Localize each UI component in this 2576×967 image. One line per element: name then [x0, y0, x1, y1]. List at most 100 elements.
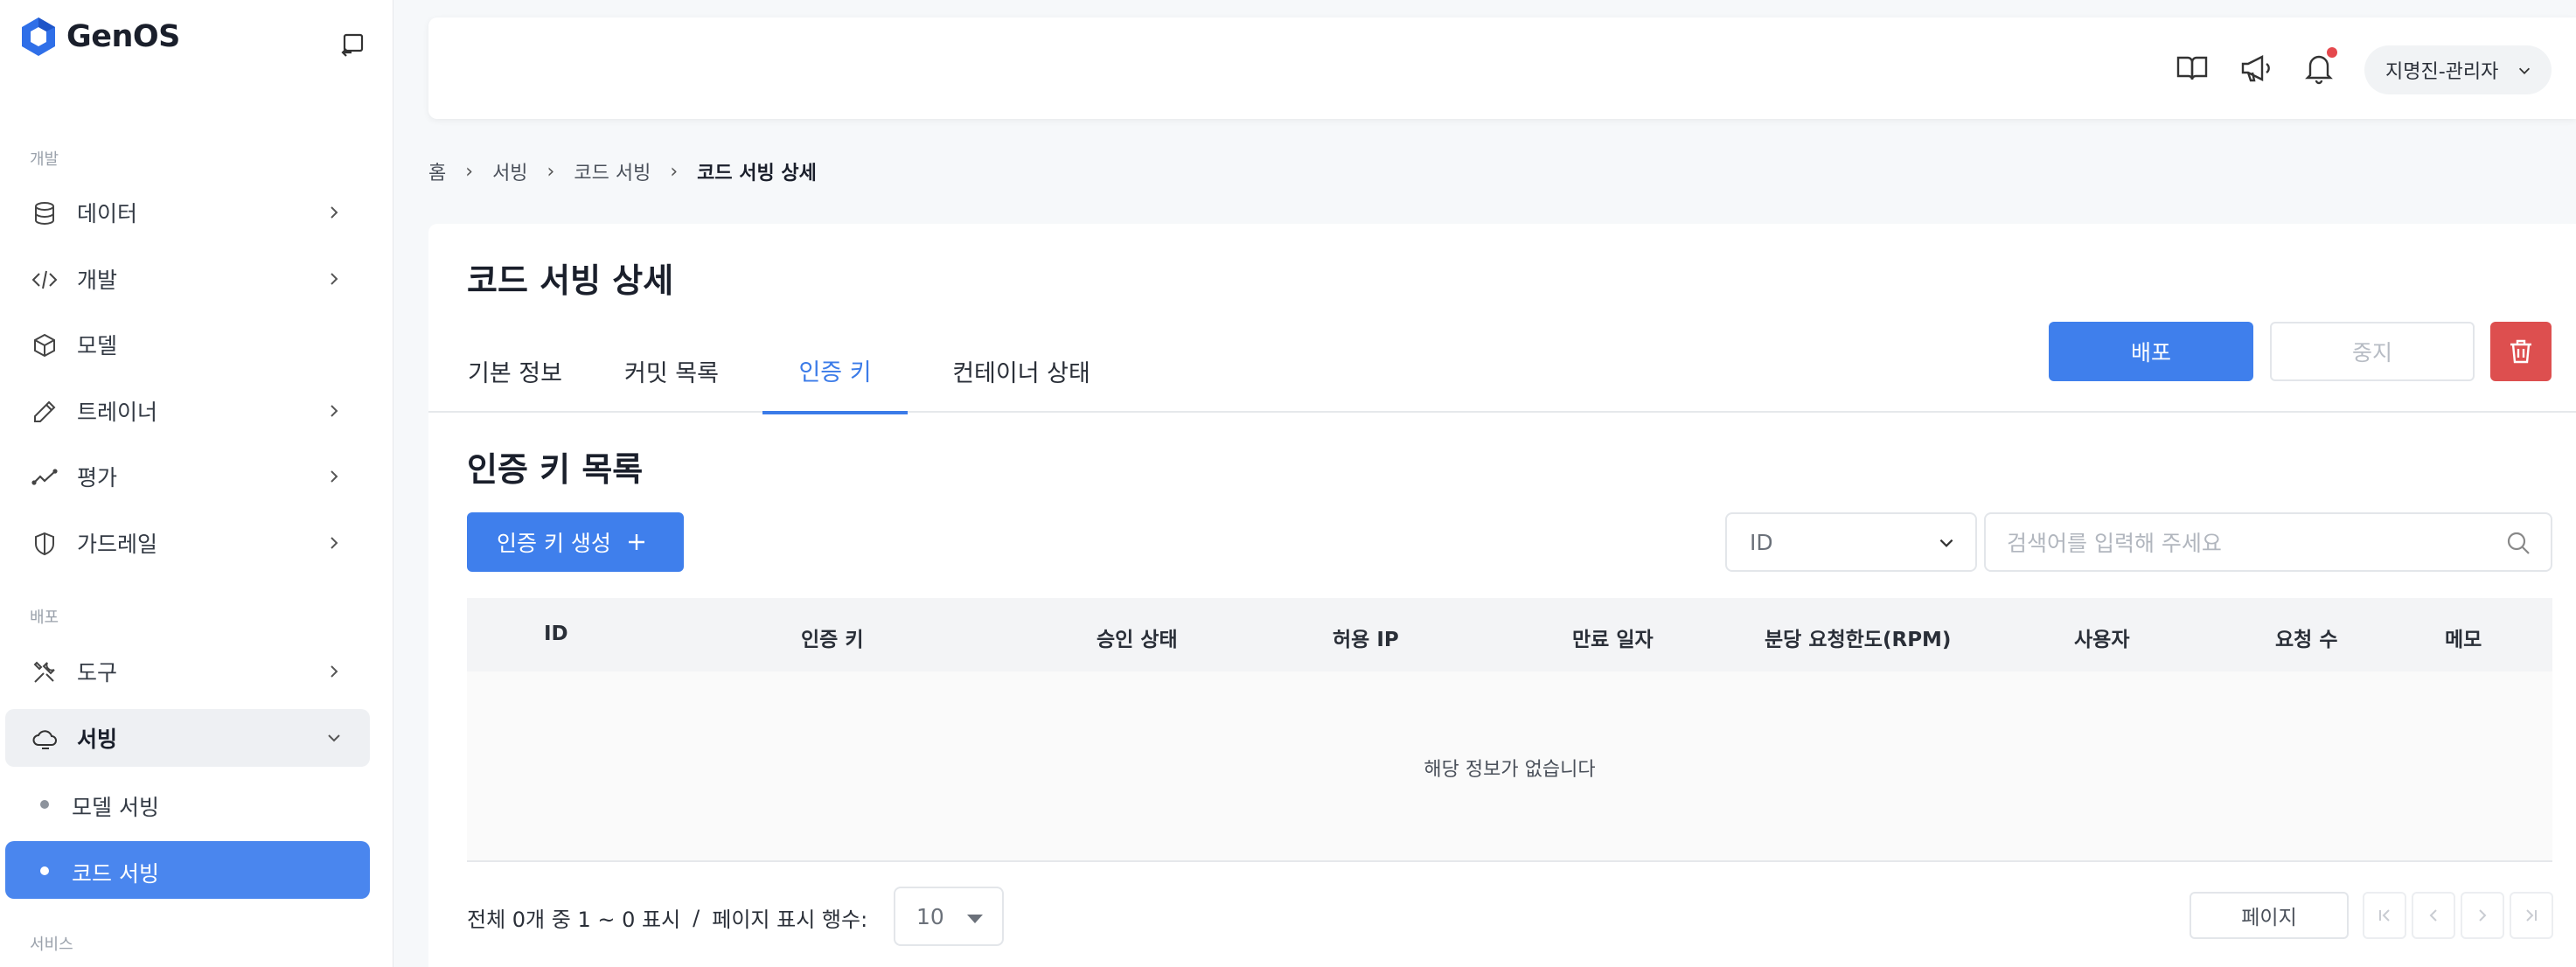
create-auth-key-button[interactable]: 인증 키 생성 [467, 512, 684, 572]
main-card: 코드 서빙 상세 기본 정보 커밋 목록 인증 키 컨테이너 상태 배포 중지 … [428, 224, 2576, 967]
last-page-button[interactable] [2510, 892, 2553, 939]
page-number-input[interactable]: 페이지 [2190, 892, 2349, 939]
column-header-approval-status[interactable]: 승인 상태 [1097, 623, 1178, 652]
chevron-down-icon [2518, 67, 2531, 74]
sidebar-item-label: 모델 [77, 333, 118, 358]
bullet-icon [40, 866, 49, 875]
column-header-request-count[interactable]: 요청 수 [2275, 623, 2338, 652]
bullet-icon [40, 800, 49, 809]
table-header: ID 인증 키 승인 상태 허용 IP 만료 일자 분당 요청한도(RPM) 사… [467, 598, 2552, 671]
trash-icon [2510, 339, 2531, 364]
sidebar: GenOS 개발 데이터 개발 모델 트레이너 평가 가드레일 배포 도구 서빙… [0, 0, 393, 967]
tab-auth-key[interactable]: 인증 키 [762, 329, 908, 414]
table-body: 해당 정보가 없습니다 [467, 671, 2552, 862]
column-header-expiry-date[interactable]: 만료 일자 [1572, 623, 1654, 652]
sidebar-item-dev[interactable]: 개발 [5, 250, 370, 308]
user-menu-button[interactable]: 지명진-관리자 [2364, 45, 2552, 94]
breadcrumb-separator-icon: › [547, 160, 555, 183]
rows-per-page-label: 페이지 표시 행수: [712, 908, 868, 932]
brand[interactable]: GenOS [19, 16, 180, 58]
megaphone-icon[interactable] [2238, 51, 2273, 86]
breadcrumb-current: 코드 서빙 상세 [697, 163, 817, 184]
sidebar-item-tools[interactable]: 도구 [5, 643, 370, 700]
column-header-id[interactable]: ID [544, 623, 568, 645]
section-label-dev: 개발 [30, 150, 59, 169]
sidebar-item-eval[interactable]: 평가 [5, 448, 370, 505]
first-page-button[interactable] [2363, 892, 2406, 939]
sidebar-subitem-code-serving[interactable]: 코드 서빙 [5, 841, 370, 899]
page-title: 코드 서빙 상세 [467, 261, 674, 300]
create-button-label: 인증 키 생성 [497, 531, 611, 556]
summary-divider: / [693, 905, 700, 930]
tab-bar: 기본 정보 커밋 목록 인증 키 컨테이너 상태 [428, 329, 2576, 414]
column-header-memo[interactable]: 메모 [2445, 623, 2482, 652]
tab-basic-info[interactable]: 기본 정보 [467, 329, 563, 413]
breadcrumb-item-code-serving[interactable]: 코드 서빙 [574, 157, 651, 185]
breadcrumb-separator-icon: › [465, 160, 474, 183]
search-input[interactable]: 검색어를 입력해 주세요 [1984, 512, 2552, 572]
chevron-right-icon [331, 537, 338, 549]
sidebar-subitem-model-serving[interactable]: 모델 서빙 [5, 775, 370, 832]
chevron-right-icon [331, 273, 338, 285]
chevron-right-icon [331, 405, 338, 417]
sidebar-item-serving[interactable]: 서빙 [5, 709, 370, 767]
chevron-down-icon [328, 734, 340, 742]
chevron-right-icon [331, 470, 338, 483]
cube-icon [34, 333, 55, 358]
rows-per-page-value: 10 [916, 903, 944, 929]
trend-line-icon [31, 469, 58, 485]
notification-badge [2327, 47, 2337, 58]
last-page-icon [2526, 909, 2537, 922]
breadcrumb-item-serving[interactable]: 서빙 [492, 157, 527, 185]
column-header-rpm-limit[interactable]: 분당 요청한도(RPM) [1765, 623, 1951, 652]
chevron-left-icon [2429, 909, 2437, 922]
sidebar-collapse-button[interactable] [338, 30, 367, 59]
delete-button[interactable] [2490, 322, 2552, 381]
column-header-allowed-ip[interactable]: 허용 IP [1333, 623, 1399, 652]
sidebar-item-label: 개발 [77, 268, 118, 293]
first-page-icon [2379, 909, 2390, 922]
filter-select-value: ID [1750, 529, 1773, 555]
sidebar-item-label: 데이터 [77, 201, 138, 226]
row-summary: 전체 0개 중 1 ~ 0 표시 [467, 908, 681, 932]
sidebar-item-model[interactable]: 모델 [5, 316, 370, 373]
book-icon[interactable] [2175, 51, 2210, 86]
chevron-down-icon [1939, 539, 1953, 547]
collapse-icon [341, 33, 364, 57]
column-header-auth-key[interactable]: 인증 키 [801, 623, 864, 652]
shield-icon [35, 532, 54, 556]
sidebar-item-guardrail[interactable]: 가드레일 [5, 514, 370, 572]
code-icon [31, 270, 58, 289]
sidebar-item-label: 평가 [77, 465, 118, 490]
next-page-button[interactable] [2461, 892, 2504, 939]
section-label-deploy: 배포 [30, 609, 59, 627]
search-placeholder: 검색어를 입력해 주세요 [2007, 531, 2222, 556]
filter-select[interactable]: ID [1725, 512, 1977, 572]
sidebar-item-data[interactable]: 데이터 [5, 184, 370, 241]
sidebar-item-trainer[interactable]: 트레이너 [5, 382, 370, 440]
pagination-summary: 전체 0개 중 1 ~ 0 표시 / 페이지 표시 행수: [467, 902, 867, 933]
section-label-service: 서비스 [30, 936, 73, 954]
plus-icon [628, 534, 644, 550]
search-icon [2507, 532, 2530, 554]
tab-commit-list[interactable]: 커밋 목록 [616, 329, 728, 413]
pencil-icon [34, 400, 56, 422]
tab-container-status[interactable]: 컨테이너 상태 [943, 329, 1100, 413]
stop-button[interactable]: 중지 [2270, 322, 2475, 381]
tools-icon [33, 661, 55, 683]
prev-page-button[interactable] [2412, 892, 2455, 939]
brand-name: GenOS [66, 19, 180, 54]
section-title: 인증 키 목록 [467, 450, 644, 489]
sidebar-item-label: 서빙 [77, 727, 118, 752]
breadcrumb: 홈 › 서빙 › 코드 서빙 › 코드 서빙 상세 [428, 157, 817, 185]
deploy-button[interactable]: 배포 [2049, 322, 2253, 381]
sidebar-item-label: 트레이너 [77, 400, 158, 425]
cloud-icon [32, 730, 57, 749]
breadcrumb-item-home[interactable]: 홈 [428, 157, 446, 185]
sidebar-item-label: 가드레일 [77, 532, 158, 557]
rows-per-page-select[interactable]: 10 [894, 887, 1004, 946]
column-header-user[interactable]: 사용자 [2074, 623, 2129, 652]
page-input-placeholder: 페이지 [2241, 907, 2297, 929]
chevron-right-icon [2479, 909, 2487, 922]
sidebar-subitem-label: 모델 서빙 [72, 795, 159, 820]
